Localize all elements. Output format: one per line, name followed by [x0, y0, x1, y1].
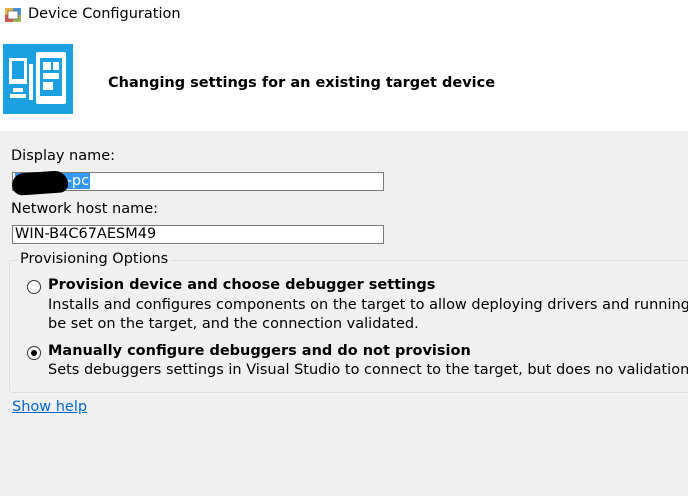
device-icon: [3, 44, 73, 114]
manual-option-title: Manually configure debuggers and do not …: [48, 343, 471, 359]
provision-radio[interactable]: [27, 280, 41, 294]
header-panel: Changing settings for an existing target…: [0, 32, 688, 131]
radio-selected-dot: [31, 350, 37, 356]
page-heading: Changing settings for an existing target…: [108, 75, 496, 91]
provision-option-title: Provision device and choose debugger set…: [48, 277, 436, 293]
host-name-value: WIN-B4C67AESM49: [15, 226, 157, 242]
provisioning-legend: Provisioning Options: [17, 251, 172, 267]
show-help-link[interactable]: Show help: [12, 399, 87, 415]
redaction-mark: [11, 170, 69, 196]
host-name-input[interactable]: WIN-B4C67AESM49: [12, 225, 384, 244]
host-name-label: Network host name:: [11, 201, 159, 217]
app-icon: [5, 8, 21, 22]
manual-option-desc: Sets debuggers settings in Visual Studio…: [48, 362, 688, 378]
display-name-label: Display name:: [11, 148, 116, 164]
title-bar: Device Configuration: [0, 0, 688, 32]
window-title: Device Configuration: [28, 6, 181, 22]
provision-option-desc-2: be set on the target, and the connection…: [48, 316, 419, 332]
manual-radio[interactable]: [27, 346, 41, 360]
provision-option-desc: Installs and configures components on th…: [48, 297, 688, 313]
